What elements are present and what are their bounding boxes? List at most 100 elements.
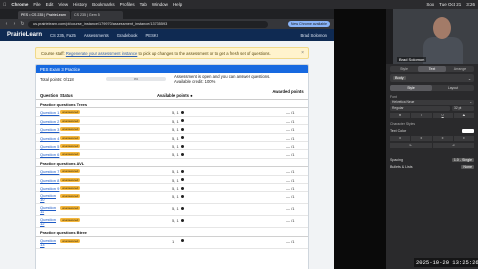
- question-link[interactable]: Question 10: [40, 194, 56, 202]
- format-inspector: Style Text Arrange Body ⌄ Style Layout F…: [386, 64, 478, 269]
- info-icon[interactable]: [181, 194, 184, 198]
- menu-bookmarks[interactable]: Bookmarks: [92, 2, 115, 7]
- nav-peski[interactable]: PESKI: [146, 33, 158, 38]
- decrease-indent-button[interactable]: ⇤: [390, 143, 432, 148]
- info-icon[interactable]: [181, 152, 184, 156]
- nav-gradebook[interactable]: Gradebook: [117, 33, 138, 38]
- align-center-button[interactable]: ≡: [411, 136, 432, 141]
- question-link[interactable]: Question 2: [40, 119, 59, 124]
- menubar-date[interactable]: Tue Oct 21: [439, 2, 461, 7]
- font-size-field[interactable]: 32 pt: [452, 106, 474, 111]
- apple-icon[interactable]: : [3, 2, 6, 7]
- paragraph-style-selector[interactable]: Body ⌄: [390, 74, 474, 82]
- menu-window[interactable]: Window: [152, 2, 168, 7]
- new-chrome-available-button[interactable]: New Chrome available: [287, 21, 330, 27]
- info-icon[interactable]: [181, 218, 184, 222]
- address-bar[interactable]: us.prairielearn.com/pl/course_instance/1…: [28, 20, 268, 28]
- question-link[interactable]: Question 3: [40, 127, 59, 132]
- back-icon[interactable]: ‹: [4, 21, 9, 27]
- user-menu[interactable]: Brad Solomon: [300, 33, 327, 38]
- question-link[interactable]: Question 9: [40, 186, 59, 191]
- italic-button[interactable]: I: [411, 113, 432, 118]
- tab-arrange[interactable]: Arrange: [446, 66, 474, 72]
- awarded-points: — /1: [286, 169, 295, 175]
- browser-tab-1[interactable]: PES • CS 235 | PrairieLearn: [18, 11, 70, 19]
- bold-button[interactable]: B: [390, 113, 411, 118]
- table-row: Question 3 unanswered 5, 1 — /1: [36, 125, 308, 134]
- status-badge: unanswered: [60, 185, 81, 190]
- nav-assessments[interactable]: Assessments: [84, 33, 109, 38]
- question-link[interactable]: Question 8: [40, 178, 59, 183]
- help-icon[interactable]: ●: [190, 93, 193, 98]
- font-style-select[interactable]: Regular: [390, 106, 450, 111]
- col-available: Available points ●: [157, 93, 193, 98]
- available-points: 5, 1: [172, 169, 179, 175]
- available-points: 5, 1: [172, 177, 179, 183]
- question-link[interactable]: Question 13: [40, 238, 56, 247]
- progress-label: 0%: [133, 77, 139, 81]
- menu-edit[interactable]: Edit: [46, 2, 54, 7]
- info-icon[interactable]: [181, 178, 184, 182]
- course-link[interactable]: CS 235, Fa25: [50, 33, 76, 38]
- available-credit: Available credit: 100%: [174, 79, 216, 84]
- info-icon[interactable]: [181, 239, 184, 243]
- menubar-app-name[interactable]: Chrome: [11, 2, 28, 7]
- menu-view[interactable]: View: [58, 2, 68, 7]
- awarded-points: — /1: [286, 143, 295, 149]
- menu-profiles[interactable]: Profiles: [120, 2, 135, 7]
- tab-text[interactable]: Text: [418, 66, 446, 72]
- segment-style[interactable]: Style: [390, 85, 432, 91]
- question-link[interactable]: Question 5: [40, 144, 59, 149]
- table-row: Question 9 unanswered 5, 1 — /1: [36, 184, 308, 193]
- close-icon[interactable]: ×: [301, 50, 304, 56]
- text-color-row[interactable]: Text Color: [390, 129, 474, 133]
- question-link[interactable]: Question 4: [40, 136, 59, 141]
- menu-history[interactable]: History: [73, 2, 87, 7]
- question-table: Practice questions Trees Question 1 unansw…: [36, 100, 308, 249]
- info-icon[interactable]: [181, 206, 184, 210]
- segment-layout[interactable]: Layout: [432, 85, 474, 91]
- browser-tabbar: PES • CS 235 | PrairieLearn CS 235 | Gem…: [0, 9, 334, 19]
- forward-icon[interactable]: ›: [12, 21, 17, 27]
- browser-tab-2[interactable]: CS 235 | Gem 5: [71, 11, 123, 19]
- strikethrough-button[interactable]: S: [453, 113, 474, 118]
- question-link[interactable]: Question 1: [40, 110, 59, 115]
- bullets-row[interactable]: Bullets & Lists None: [390, 165, 474, 169]
- info-icon[interactable]: [181, 186, 184, 190]
- spacing-select[interactable]: 1.0 - Single: [451, 158, 474, 162]
- text-color-swatch[interactable]: [462, 129, 474, 133]
- increase-indent-button[interactable]: ⇥: [432, 143, 474, 148]
- bullets-select[interactable]: None: [461, 165, 474, 169]
- font-family-select[interactable]: Helvetica Neue ⌄: [390, 100, 474, 105]
- info-icon[interactable]: [181, 127, 184, 131]
- prairielearn-logo[interactable]: PrairieLearn: [7, 32, 42, 38]
- info-icon[interactable]: [181, 119, 184, 123]
- question-link[interactable]: Question 7: [40, 169, 59, 174]
- info-icon[interactable]: [181, 169, 184, 173]
- underline-button[interactable]: U: [432, 113, 453, 118]
- status-badge: unanswered: [60, 135, 81, 140]
- reload-icon[interactable]: ↻: [20, 21, 25, 27]
- info-icon[interactable]: [181, 144, 184, 148]
- awarded-points: — /1: [286, 110, 295, 116]
- regenerate-link[interactable]: Regenerate your assessment instance: [66, 51, 137, 56]
- menubar-status-0[interactable]: Sox: [426, 2, 434, 7]
- align-right-button[interactable]: ≡: [432, 136, 453, 141]
- tab-style[interactable]: Style: [390, 66, 418, 72]
- status-badge: unanswered: [60, 238, 81, 243]
- menu-tab[interactable]: Tab: [140, 2, 147, 7]
- question-link[interactable]: Question 12: [40, 218, 56, 226]
- table-row: Question 5 unanswered 5, 1 — /1: [36, 142, 308, 151]
- align-left-button[interactable]: ≡: [390, 136, 411, 141]
- menu-help[interactable]: Help: [173, 2, 182, 7]
- menubar-time[interactable]: 3:26: [466, 2, 475, 7]
- justify-button[interactable]: ≡: [453, 136, 474, 141]
- indent-buttons: ⇤ ⇥: [390, 143, 474, 148]
- spacing-row[interactable]: Spacing 1.0 - Single: [390, 158, 474, 162]
- menu-file[interactable]: File: [33, 2, 40, 7]
- available-points: 5, 1: [172, 135, 179, 141]
- info-icon[interactable]: [181, 110, 184, 114]
- question-link[interactable]: Question 6: [40, 152, 59, 157]
- question-link[interactable]: Question 11: [40, 206, 56, 214]
- info-icon[interactable]: [181, 136, 184, 140]
